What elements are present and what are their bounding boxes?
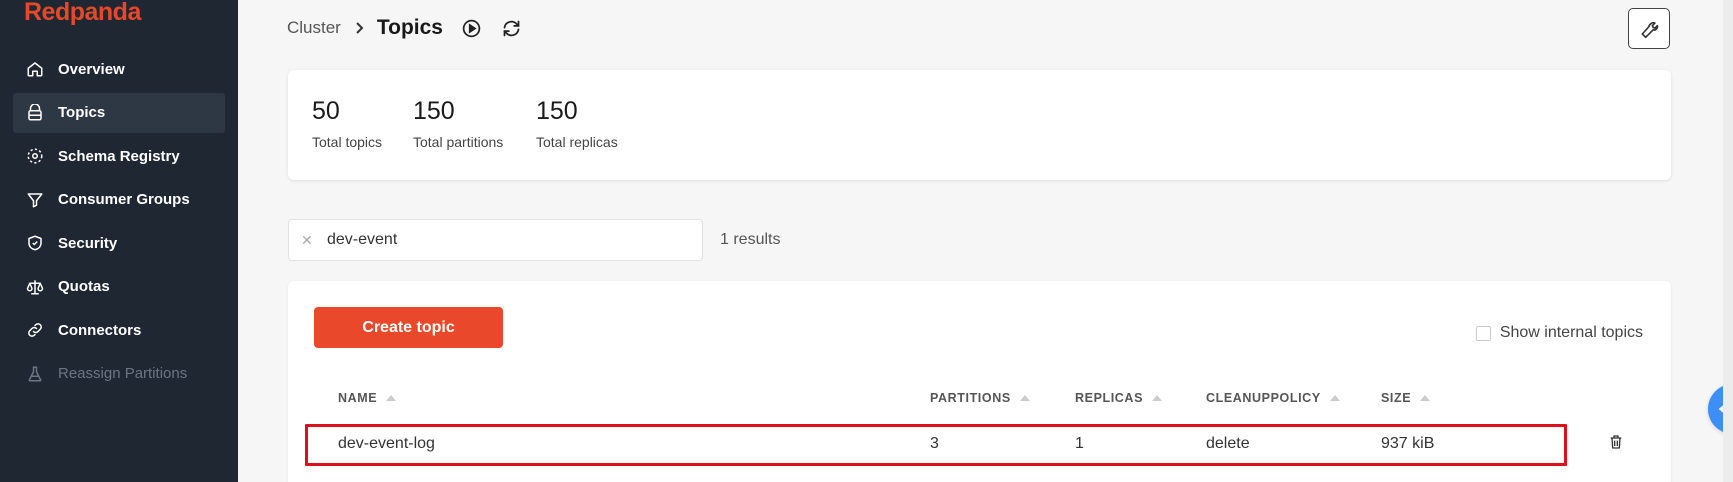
stat-label: Total partitions xyxy=(413,134,504,150)
breadcrumb: Cluster Topics xyxy=(287,16,523,40)
topics-table-card: Create topic Show internal topics NAME P… xyxy=(288,281,1671,482)
sort-icon xyxy=(1019,395,1030,401)
results-count: 1 results xyxy=(720,231,781,248)
sidebar-item-consumer-groups[interactable]: Consumer Groups xyxy=(13,180,225,220)
sidebar-item-label: Topics xyxy=(58,104,106,121)
link-icon xyxy=(26,321,44,339)
sidebar-item-reassign-partitions: Reassign Partitions xyxy=(13,354,225,394)
sort-icon xyxy=(1152,395,1163,401)
stat-value: 150 xyxy=(413,97,455,125)
column-header-partitions[interactable]: PARTITIONS xyxy=(930,391,1030,405)
sidebar-item-label: Connectors xyxy=(58,321,142,339)
topic-name-link[interactable]: dev-event-log xyxy=(338,435,435,453)
sidebar-item-schema-registry[interactable]: Schema Registry xyxy=(13,136,225,176)
sort-icon xyxy=(1420,395,1431,401)
stat-label: Total topics xyxy=(312,134,383,150)
sidebar-item-topics[interactable]: Topics xyxy=(13,92,225,133)
shield-icon xyxy=(26,234,44,252)
page-title: Topics xyxy=(376,16,443,39)
breadcrumb-cluster-link[interactable]: Cluster xyxy=(287,18,341,38)
show-internal-label: Show internal topics xyxy=(1499,324,1643,341)
stats-card: 50 Total topics 150 Total partitions 150… xyxy=(288,70,1671,180)
column-label: CLEANUPPOLICY xyxy=(1206,391,1321,405)
schema-icon xyxy=(26,147,44,165)
sidebar-item-label: Security xyxy=(58,234,118,252)
cell-partitions: 3 xyxy=(930,435,939,452)
column-label: NAME xyxy=(338,391,378,405)
column-header-size[interactable]: SIZE xyxy=(1381,391,1431,405)
stat-label: Total replicas xyxy=(536,134,618,150)
sort-icon xyxy=(386,395,397,401)
cell-size: 937 kiB xyxy=(1381,435,1435,452)
column-header-cleanuppolicy[interactable]: CLEANUPPOLICY xyxy=(1206,391,1340,405)
scale-icon xyxy=(26,278,44,296)
chevron-right-icon xyxy=(355,21,365,35)
sidebar-item-label: Schema Registry xyxy=(58,147,180,165)
column-label: SIZE xyxy=(1381,391,1412,405)
home-icon xyxy=(26,60,44,78)
column-header-replicas[interactable]: REPLICAS xyxy=(1075,391,1163,405)
beaker-icon xyxy=(26,365,44,383)
create-topic-button[interactable]: Create topic xyxy=(314,307,503,348)
sidebar-item-label: Quotas xyxy=(58,278,110,295)
filter-icon xyxy=(26,191,44,209)
column-label: REPLICAS xyxy=(1075,391,1144,405)
column-label: PARTITIONS xyxy=(930,391,1011,405)
stat-value: 50 xyxy=(312,97,340,125)
wrench-icon[interactable] xyxy=(1628,8,1670,49)
sort-icon xyxy=(1329,395,1340,401)
sidebar-item-connectors[interactable]: Connectors xyxy=(13,310,225,350)
main-content: Cluster Topics 50 Total topics 150 Total… xyxy=(238,0,1733,482)
sidebar-item-quotas[interactable]: Quotas xyxy=(13,267,225,307)
stat-value: 150 xyxy=(536,97,578,125)
column-header-name[interactable]: NAME xyxy=(338,391,397,405)
sidebar-item-label: Consumer Groups xyxy=(58,191,190,208)
close-icon[interactable]: ✕ xyxy=(301,232,315,249)
cell-cleanuppolicy: delete xyxy=(1206,435,1250,452)
trash-icon[interactable] xyxy=(1606,431,1626,453)
stat-total-partitions: 150 Total partitions xyxy=(413,97,503,150)
search-box: ✕ xyxy=(288,219,703,261)
redpanda-logo[interactable]: Redpanda xyxy=(24,0,141,27)
sidebar-item-label: Reassign Partitions xyxy=(58,365,188,382)
scrollbar[interactable] xyxy=(1723,0,1733,482)
stat-total-topics: 50 Total topics xyxy=(312,97,382,150)
stat-total-replicas: 150 Total replicas xyxy=(536,97,618,150)
search-input[interactable] xyxy=(327,231,697,249)
sidebar-item-label: Overview xyxy=(58,60,125,78)
checkbox[interactable] xyxy=(1475,325,1491,341)
sidebar-nav: Overview Topics Schema Registry Consumer… xyxy=(13,49,225,397)
topics-icon xyxy=(26,103,44,122)
refresh-icon[interactable] xyxy=(501,17,523,39)
play-icon[interactable] xyxy=(461,17,483,39)
sidebar: Redpanda Overview Topics Schema Registry… xyxy=(0,0,238,482)
show-internal-topics-toggle[interactable]: Show internal topics xyxy=(1475,324,1643,342)
sidebar-item-security[interactable]: Security xyxy=(13,223,225,263)
cell-replicas: 1 xyxy=(1075,435,1084,452)
sidebar-item-overview[interactable]: Overview xyxy=(13,49,225,89)
